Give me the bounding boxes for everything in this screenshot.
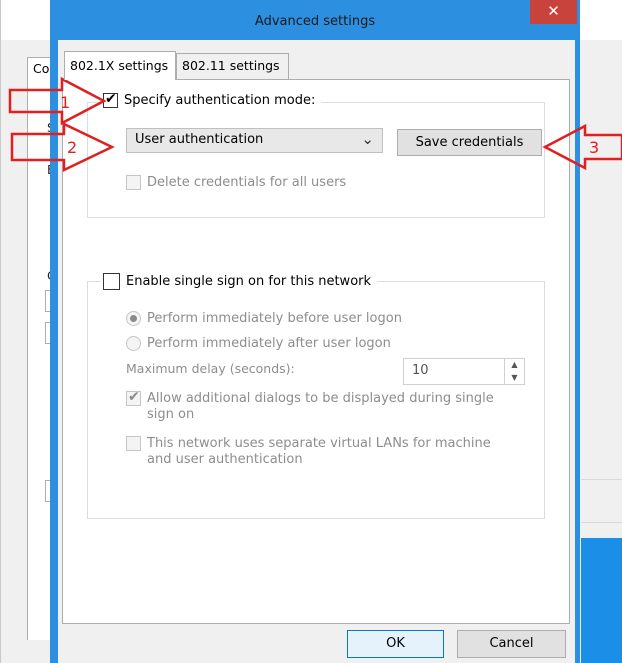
- annotation-label-2: 2: [67, 138, 78, 157]
- sso-before-radio[interactable]: [126, 311, 141, 326]
- tab-panel: ✔ Specify authentication mode: User auth…: [62, 79, 570, 624]
- dialog-client-area: 802.1X settings 802.11 settings ✔ Specif…: [58, 40, 575, 663]
- sso-option-before-row[interactable]: Perform immediately before user logon: [126, 311, 402, 327]
- allow-dialogs-label: Allow additional dialogs to be displayed…: [147, 391, 494, 422]
- spinner-buttons[interactable]: ▲ ▼: [504, 359, 524, 384]
- vlan-label: This network uses separate virtual LANs …: [147, 436, 491, 467]
- spin-down-icon[interactable]: ▼: [505, 372, 524, 385]
- auth-mode-select[interactable]: User authentication ⌄: [126, 128, 383, 153]
- sso-after-radio[interactable]: [126, 336, 141, 351]
- radio-dot-icon: [130, 315, 137, 322]
- delete-credentials-checkbox[interactable]: [126, 175, 141, 190]
- sso-legend: Enable single sign on for this network: [101, 273, 378, 290]
- advanced-settings-dialog: Advanced settings ✕ 802.1X settings 802.…: [50, 0, 580, 663]
- spin-up-icon[interactable]: ▲: [505, 359, 524, 372]
- max-delay-value: 10: [412, 363, 429, 378]
- max-delay-label: Maximum delay (seconds):: [126, 361, 295, 376]
- allow-dialogs-checkbox[interactable]: ✔: [126, 389, 141, 406]
- sso-before-label: Perform immediately before user logon: [147, 311, 402, 326]
- delete-credentials-row[interactable]: Delete credentials for all users: [126, 175, 346, 191]
- vlan-row[interactable]: This network uses separate virtual LANs …: [126, 436, 516, 468]
- dialog-title: Advanced settings: [254, 14, 376, 29]
- sso-option-after-row[interactable]: Perform immediately after user logon: [126, 336, 391, 352]
- close-button[interactable]: ✕: [530, 0, 577, 24]
- max-delay-spinner[interactable]: 10 ▲ ▼: [403, 358, 525, 385]
- allow-dialogs-row[interactable]: ✔ Allow additional dialogs to be display…: [126, 389, 516, 423]
- background-strip: [581, 479, 622, 523]
- specify-auth-label: Specify authentication mode:: [124, 93, 316, 108]
- delete-credentials-label: Delete credentials for all users: [147, 175, 347, 190]
- background-blue-area: [581, 538, 622, 663]
- sso-label: Enable single sign on for this network: [126, 274, 372, 289]
- check-icon: ✔: [105, 91, 117, 107]
- vlan-checkbox[interactable]: [126, 436, 141, 451]
- auth-mode-legend: ✔ Specify authentication mode:: [101, 91, 322, 108]
- tab-802-1x-settings[interactable]: 802.1X settings: [64, 51, 176, 80]
- auth-mode-value: User authentication: [135, 132, 264, 147]
- check-icon: ✔: [128, 389, 140, 405]
- save-credentials-button[interactable]: Save credentials: [397, 129, 542, 156]
- tab-802-11-settings[interactable]: 802.11 settings: [176, 53, 289, 79]
- cancel-button[interactable]: Cancel: [457, 630, 566, 658]
- auth-mode-group: [87, 102, 545, 218]
- sso-checkbox[interactable]: [103, 273, 120, 290]
- sso-after-label: Perform immediately after user logon: [147, 336, 391, 351]
- chevron-down-icon: ⌄: [361, 130, 374, 148]
- close-icon: ✕: [547, 2, 560, 20]
- ok-button[interactable]: OK: [347, 630, 444, 658]
- annotation-label-3: 3: [589, 138, 600, 157]
- specify-auth-checkbox[interactable]: ✔: [103, 91, 118, 108]
- annotation-label-1: 1: [60, 93, 71, 112]
